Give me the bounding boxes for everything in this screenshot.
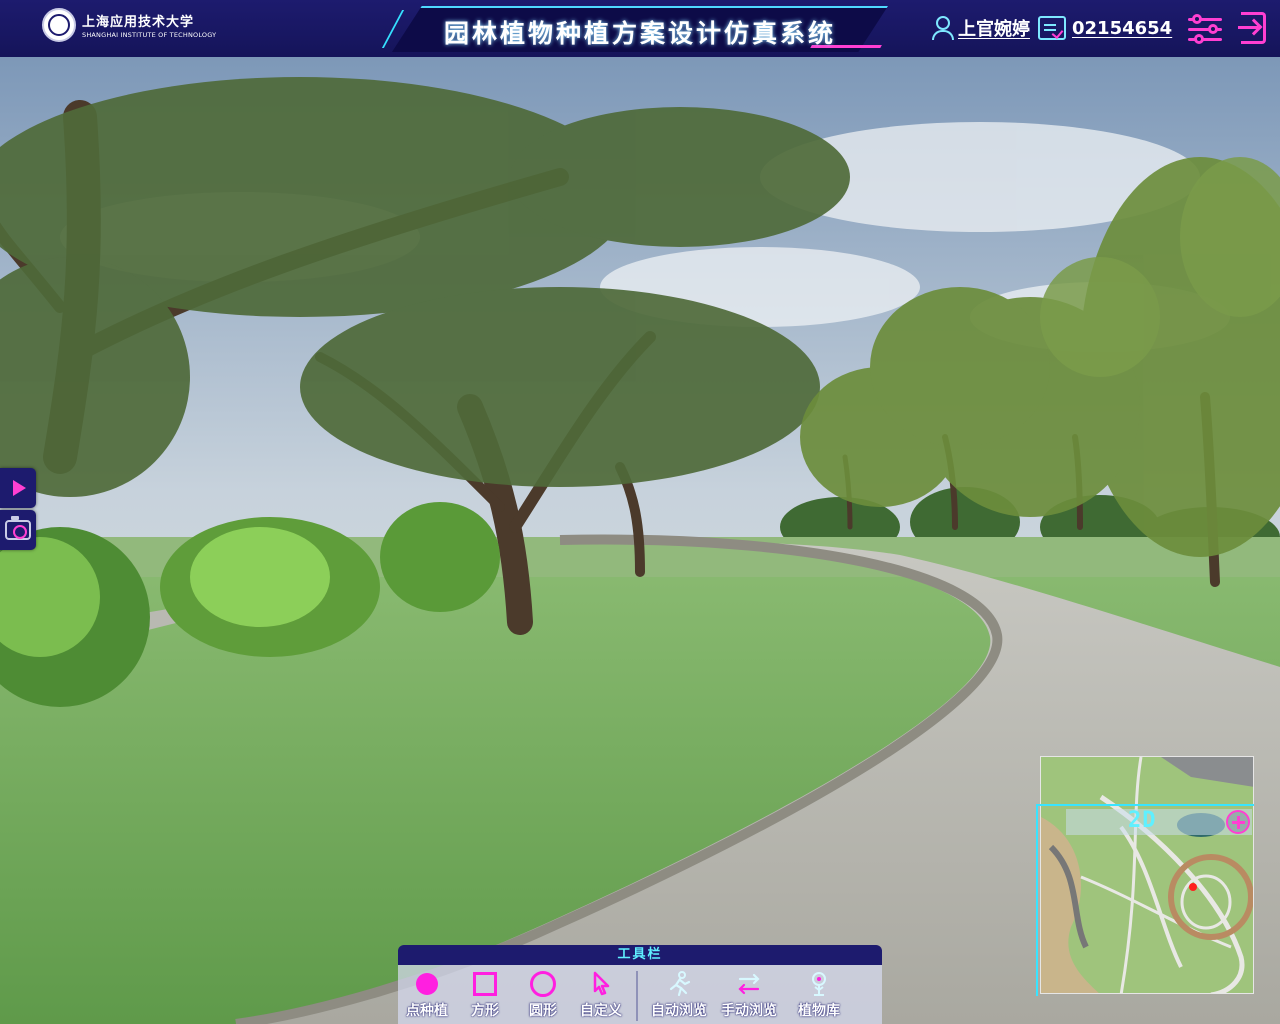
plant-library-icon bbox=[806, 971, 832, 997]
play-icon bbox=[12, 480, 26, 496]
square-icon bbox=[472, 971, 498, 997]
tool-circle[interactable]: 圆形 bbox=[514, 971, 572, 1021]
play-button[interactable] bbox=[0, 468, 36, 508]
toolbar: 工具栏 点种植 方形 圆形 自定义 自动浏览 手动浏览 植物库 bbox=[398, 945, 882, 1024]
camera-button[interactable] bbox=[0, 510, 36, 550]
tool-custom[interactable]: 自定义 bbox=[572, 971, 630, 1021]
dot-plant-icon bbox=[414, 971, 440, 997]
top-header: 上海应用技术大学 SHANGHAI INSTITUTE OF TECHNOLOG… bbox=[0, 0, 1280, 57]
user-name[interactable]: 上官婉婷 bbox=[958, 15, 1030, 41]
logo-chinese-name: 上海应用技术大学 bbox=[82, 15, 195, 30]
logo-english-name: SHANGHAI INSTITUTE OF TECHNOLOGY bbox=[82, 31, 217, 39]
tool-plant-library[interactable]: 植物库 bbox=[784, 971, 854, 1021]
tool-square[interactable]: 方形 bbox=[456, 971, 514, 1021]
tool-point-plant[interactable]: 点种植 bbox=[398, 971, 456, 1021]
view-mode-toggle[interactable]: 2D bbox=[1128, 808, 1157, 833]
custom-cursor-icon bbox=[588, 971, 614, 997]
swap-arrows-icon bbox=[736, 971, 762, 997]
user-icon bbox=[930, 14, 956, 42]
app-title: 园林植物种植方案设计仿真系统 bbox=[443, 19, 836, 48]
minimap-mode-bar bbox=[1066, 809, 1252, 835]
tool-manual-browse[interactable]: 手动浏览 bbox=[714, 971, 784, 1021]
logout-icon[interactable] bbox=[1236, 10, 1270, 46]
running-person-icon bbox=[666, 971, 692, 997]
camera-icon bbox=[5, 516, 31, 540]
university-logo: 上海应用技术大学 SHANGHAI INSTITUTE OF TECHNOLOG… bbox=[42, 8, 216, 42]
user-id[interactable]: 02154654 bbox=[1072, 18, 1172, 39]
zoom-in-icon[interactable] bbox=[1226, 810, 1250, 834]
toolbar-title: 工具栏 bbox=[398, 945, 882, 965]
university-seal-icon bbox=[42, 8, 76, 42]
id-card-icon bbox=[1038, 16, 1066, 40]
toolbar-divider bbox=[636, 971, 638, 1021]
tool-auto-browse[interactable]: 自动浏览 bbox=[644, 971, 714, 1021]
minimap[interactable] bbox=[1040, 756, 1254, 994]
title-banner: 园林植物种植方案设计仿真系统 bbox=[381, 6, 888, 52]
settings-sliders-icon[interactable] bbox=[1186, 12, 1224, 46]
circle-icon bbox=[530, 971, 556, 997]
user-info: 上官婉婷 02154654 bbox=[930, 14, 1172, 42]
minimap-image bbox=[1041, 757, 1253, 993]
